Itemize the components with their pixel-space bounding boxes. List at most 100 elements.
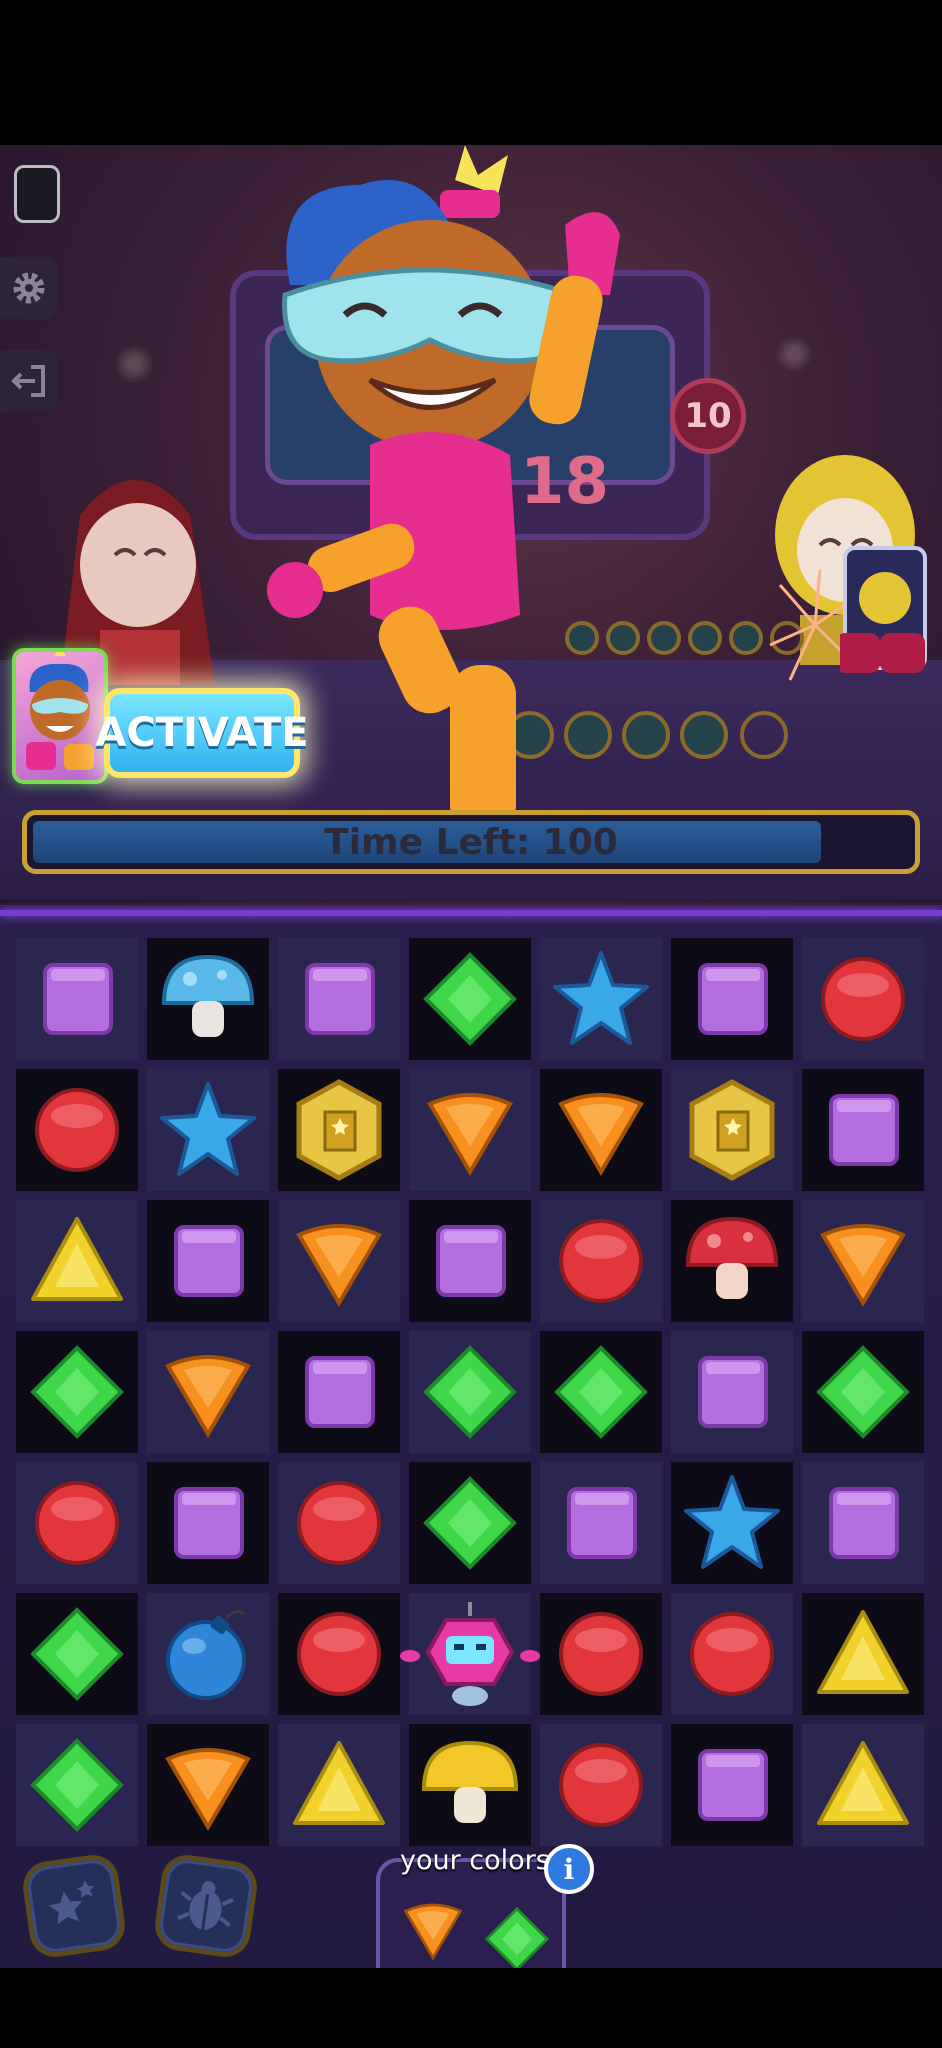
board-cell[interactable] [147,1069,269,1191]
yellow-mushroom-piece [421,1740,519,1823]
board-cell[interactable] [278,1593,400,1715]
stars-icon [48,1880,95,1925]
board-cell[interactable] [400,1593,540,1715]
bottom-letterbox [0,1968,942,2048]
your-color-green-diamond [484,1906,550,1972]
blue-mushroom-piece [161,954,255,1037]
board-cell[interactable] [671,1462,793,1584]
board-cell[interactable] [802,1462,924,1584]
board-cell[interactable] [147,938,269,1060]
green-diamond-piece [554,1345,648,1439]
board-cell[interactable] [16,1462,138,1584]
yellow-triangle-piece [817,1610,909,1694]
purple-square-piece [436,1225,506,1297]
settings-button[interactable] [0,257,58,319]
purple-square-piece [305,1356,375,1428]
board-cell[interactable] [147,1331,269,1453]
board-cell[interactable] [671,1724,793,1846]
booster-stars-button[interactable] [19,1851,129,1961]
charge-ring [740,711,788,759]
board-cell[interactable] [671,1331,793,1453]
opponent-card [840,546,927,673]
board-cell[interactable] [409,1724,531,1846]
board-cell[interactable] [802,1724,924,1846]
board-cell[interactable] [802,938,924,1060]
board-cell[interactable] [147,1200,269,1322]
board-cell[interactable] [540,1593,662,1715]
hero-portrait-icon [26,646,94,770]
board-cell[interactable] [16,1200,138,1322]
board-cell[interactable] [409,1069,531,1191]
board-cell[interactable] [147,1724,269,1846]
red-circle-piece [35,1088,119,1172]
board-cell[interactable] [409,938,531,1060]
green-diamond-piece [30,1607,124,1701]
blue-bomb-piece [166,1610,246,1700]
exit-button[interactable] [0,350,58,412]
your-color-orange-gem [403,1903,463,1961]
board-cell[interactable] [147,1593,269,1715]
info-button[interactable]: i [544,1844,594,1894]
progress-ring [729,621,763,655]
board-cell[interactable] [278,1069,400,1191]
board-cell[interactable] [16,1593,138,1715]
your-colors-list [380,1884,562,1974]
board-cell[interactable] [802,1331,924,1453]
green-diamond-piece [423,952,517,1046]
red-circle-piece [559,1219,643,1303]
board-cell[interactable] [540,1724,662,1846]
round-badge: 10 [670,378,746,454]
red-circle-piece [559,1612,643,1696]
green-diamond-piece [423,1476,517,1570]
green-diamond-piece [30,1738,124,1832]
booster-scarab-button[interactable] [151,1851,261,1961]
yellow-triangle-piece [31,1217,123,1301]
charge-ring [680,711,728,759]
board-cell[interactable] [147,1462,269,1584]
gold-coin-piece [296,1079,382,1181]
board-cell[interactable] [278,938,400,1060]
board-cell[interactable] [540,938,662,1060]
board-cell[interactable] [409,1331,531,1453]
scarab-icon [177,1881,234,1930]
yellow-triangle-piece [293,1741,385,1825]
board-cell[interactable] [409,1200,531,1322]
purple-square-piece [698,1356,768,1428]
board-cell[interactable] [540,1200,662,1322]
purple-square-piece [305,963,375,1035]
back-button[interactable] [14,165,60,223]
board-cell[interactable] [671,938,793,1060]
board-cell[interactable] [671,1593,793,1715]
board-cell[interactable] [802,1200,924,1322]
board-cell[interactable] [278,1462,400,1584]
exit-icon [11,365,45,397]
gold-coin-piece [689,1079,775,1181]
board-cell[interactable] [16,938,138,1060]
activate-button[interactable]: ACTIVATE [95,688,309,778]
board-cell[interactable] [540,1331,662,1453]
red-circle-piece [821,957,905,1041]
board-cell[interactable] [278,1200,400,1322]
board-cell[interactable] [540,1462,662,1584]
orange-gem-piece [427,1093,513,1176]
board-cell[interactable] [16,1331,138,1453]
board-cell[interactable] [278,1724,400,1846]
red-circle-piece [297,1481,381,1565]
board-cell[interactable] [16,1724,138,1846]
green-diamond-piece [423,1345,517,1439]
purple-square-piece [174,1487,244,1559]
red-circle-piece [690,1612,774,1696]
board-cell[interactable] [802,1593,924,1715]
purple-square-piece [43,963,113,1035]
board-cell[interactable] [671,1069,793,1191]
board-cell[interactable] [540,1069,662,1191]
board-cell[interactable] [16,1069,138,1191]
board-cell[interactable] [802,1069,924,1191]
board-cell[interactable] [671,1200,793,1322]
board-cell[interactable] [409,1462,531,1584]
orange-gem-piece [558,1093,644,1176]
board-cell[interactable] [278,1331,400,1453]
hero-avatar[interactable] [12,646,108,784]
time-left-label: Time Left: 100 [324,821,618,863]
orange-gem-piece [296,1224,382,1307]
